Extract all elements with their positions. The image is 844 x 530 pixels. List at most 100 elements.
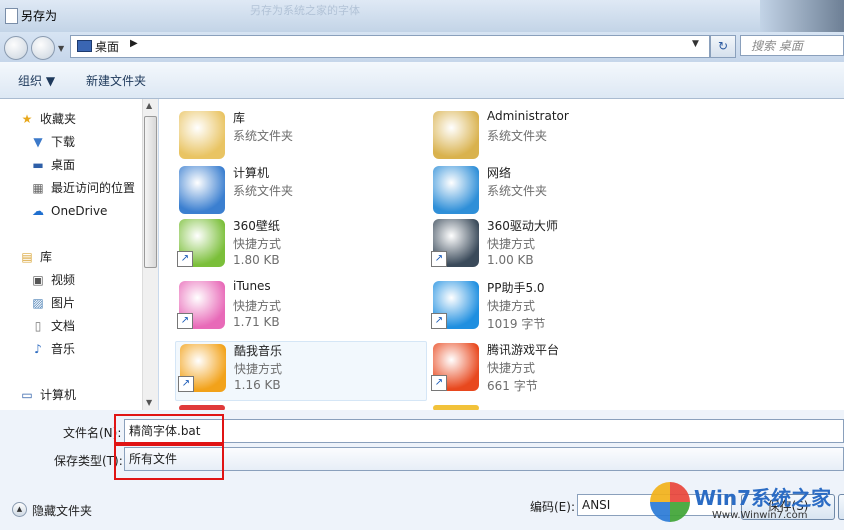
desktop-icon: ▬	[32, 158, 44, 172]
file-item[interactable]: 计算机 系统文件夹	[175, 164, 425, 222]
sidebar-item-label: 桌面	[51, 158, 76, 172]
encoding-label: 编码(E):	[530, 500, 575, 514]
file-type: 快捷方式	[234, 362, 283, 376]
file-item[interactable]: 网络 系统文件夹	[429, 164, 679, 222]
pictures-icon: ▨	[32, 296, 44, 310]
forward-button[interactable]	[31, 36, 55, 60]
address-bar[interactable]	[70, 35, 710, 58]
file-type: 快捷方式	[233, 237, 282, 251]
organize-button[interactable]: 组织 ▼	[18, 72, 55, 89]
network-globe-icon	[433, 166, 479, 214]
refresh-button[interactable]: ↻	[710, 35, 736, 58]
address-location[interactable]: 桌面	[95, 38, 119, 55]
computer-icon: ▭	[21, 388, 33, 402]
hide-folders-button[interactable]: 隐藏文件夹	[32, 502, 92, 519]
filetype-select[interactable]: 所有文件	[124, 447, 844, 471]
recent-places-icon: ▦	[32, 181, 44, 195]
file-size: 661 字节	[487, 379, 538, 393]
watermark-url: Www.Winwin7.com	[712, 510, 808, 521]
cancel-button[interactable]	[838, 494, 844, 520]
file-name: 计算机	[233, 166, 270, 180]
cloud-icon: ☁	[32, 204, 44, 218]
sidebar-item-label: 文档	[51, 319, 76, 333]
address-dropdown-icon[interactable]: ▼	[692, 39, 699, 49]
window-title: 另存为	[21, 9, 58, 23]
shortcut-arrow-icon: ↗	[431, 251, 447, 267]
file-item[interactable]: ↗ 360驱动大师 快捷方式 1.00 KB	[429, 217, 679, 275]
sidebar-item-label: 计算机	[40, 388, 77, 402]
library-icon: ▤	[21, 250, 33, 264]
sidebar-item[interactable]: ▭ 计算机	[0, 385, 140, 405]
sidebar-item-label: 图片	[51, 296, 76, 310]
shortcut-arrow-icon: ↗	[177, 251, 193, 267]
file-list: 库系统文件夹 Administrator 系统文件夹 计算机 系统文件夹 网络 系统文件夹 ↗…	[159, 99, 844, 410]
file-size: 1019 字节	[487, 317, 546, 331]
filetype-label: 保存类型(T):	[54, 454, 123, 468]
scroll-down-icon[interactable]: ▼	[146, 398, 152, 407]
sidebar-item[interactable]: ▨ 图片	[0, 293, 140, 313]
file-item[interactable]: Administrator 系统文件夹	[429, 109, 679, 167]
file-name: PP助手5.0	[487, 281, 545, 295]
filename-label: 文件名(N):	[63, 426, 122, 440]
file-type: 快捷方式	[487, 237, 536, 251]
window-glass-edge	[760, 0, 844, 32]
windows-logo-icon	[650, 482, 690, 522]
collapse-icon[interactable]: ▲	[12, 502, 27, 517]
sidebar-item[interactable]: ▬ 桌面	[0, 155, 140, 175]
sidebar-item[interactable]: ▦ 最近访问的位置	[0, 178, 140, 198]
watermark-brand: Win7系统之家	[694, 486, 832, 510]
window-title-ghost: 另存为系统之家的字体	[250, 4, 360, 17]
sidebar-item-label: 最近访问的位置	[51, 181, 136, 195]
sidebar-item[interactable]: ♪ 音乐	[0, 339, 140, 359]
sidebar-scroll-thumb[interactable]	[144, 116, 157, 268]
highlight-box-filetype	[114, 442, 224, 480]
sidebar-item[interactable]: ★ 收藏夹	[0, 109, 140, 129]
file-name: 网络	[487, 166, 512, 180]
file-item[interactable]: ↗ PP助手5.0 快捷方式 1019 字节	[429, 279, 679, 337]
file-name: 酷我音乐	[234, 344, 283, 358]
sidebar-item-label: OneDrive	[51, 204, 108, 218]
file-name: 360壁纸	[233, 219, 280, 233]
file-size: 1.71 KB	[233, 315, 280, 329]
sidebar-item-label: 下载	[51, 135, 76, 149]
title-bar	[0, 0, 844, 32]
file-type: 系统文件夹	[487, 184, 548, 198]
user-folder-icon	[433, 111, 479, 159]
breadcrumb-arrow-icon[interactable]: ▶	[130, 38, 138, 49]
file-type: 快捷方式	[487, 361, 536, 375]
sidebar-item-label: 收藏夹	[40, 112, 77, 126]
file-type: 系统文件夹	[487, 129, 548, 143]
scroll-up-icon[interactable]: ▲	[146, 101, 152, 110]
file-item[interactable]: ↗ 腾讯游戏平台 快捷方式 661 字节	[429, 341, 679, 399]
file-name: 腾讯游戏平台	[487, 343, 560, 357]
file-type: 系统文件夹	[233, 184, 294, 198]
back-button[interactable]	[4, 36, 28, 60]
file-item[interactable]: ↗ 酷我音乐 快捷方式 1.16 KB	[175, 341, 427, 401]
document-icon	[5, 8, 18, 24]
documents-icon: ▯	[34, 319, 42, 333]
music-icon: ♪	[34, 342, 42, 356]
shortcut-arrow-icon: ↗	[431, 313, 447, 329]
file-size: 1.16 KB	[234, 378, 281, 392]
history-dropdown-icon[interactable]: ▼	[58, 44, 64, 53]
file-name: Administrator	[487, 109, 569, 123]
file-size: 1.00 KB	[487, 253, 534, 267]
file-name: 360驱动大师	[487, 219, 558, 233]
file-item[interactable]: ↗ 360壁纸快捷方式 1.80 KB	[175, 217, 425, 275]
file-size: 1.80 KB	[233, 253, 280, 267]
sidebar-item[interactable]: ▤ 库	[0, 247, 140, 267]
new-folder-button[interactable]: 新建文件夹	[86, 72, 146, 89]
file-item[interactable]: 库系统文件夹	[175, 109, 425, 167]
sidebar-item[interactable]: ▯ 文档	[0, 316, 140, 336]
desktop-icon	[77, 40, 92, 52]
file-type: 系统文件夹	[233, 129, 294, 143]
sidebar-item[interactable]: ☁ OneDrive	[0, 201, 140, 221]
sidebar-item-label: 音乐	[51, 342, 76, 356]
filename-input[interactable]: 精简字体.bat	[124, 419, 844, 443]
sidebar-item[interactable]: ▼ 下载	[0, 132, 140, 152]
search-input[interactable]: 搜索 桌面	[740, 35, 844, 56]
file-item[interactable]: ↗ iTunes 快捷方式 1.71 KB	[175, 279, 425, 337]
file-type: 快捷方式	[487, 299, 536, 313]
download-folder-icon: ▼	[33, 135, 43, 149]
sidebar-item[interactable]: ▣ 视频	[0, 270, 140, 290]
